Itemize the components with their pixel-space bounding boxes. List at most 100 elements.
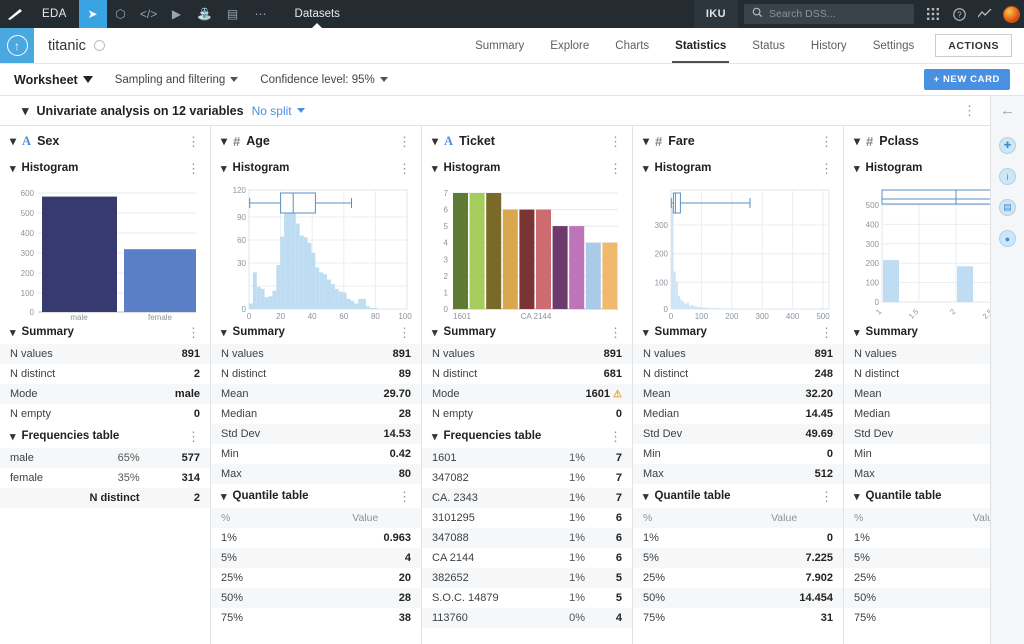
sync-badge xyxy=(93,40,105,51)
chevron-down-icon[interactable]: ▾ xyxy=(432,430,438,443)
table-row: Mode 1601 ⚠ xyxy=(422,384,632,404)
chevron-down-icon[interactable]: ▾ xyxy=(854,162,860,175)
frequencies-options-menu[interactable]: ⋮ xyxy=(609,430,622,443)
table-header-row: % Value xyxy=(844,508,990,528)
value-header: Value xyxy=(352,512,379,524)
univariate-options-menu[interactable]: ⋮ xyxy=(963,104,976,117)
quantile-value: 7.902 xyxy=(805,572,833,584)
quantile-options-menu[interactable]: ⋮ xyxy=(820,490,833,503)
summary-table: N values 891 N distinct 2 Mode male N empty… xyxy=(0,344,210,424)
tab-settings[interactable]: Settings xyxy=(860,28,928,63)
worksheet-menu[interactable]: Worksheet xyxy=(14,73,93,87)
summary-options-menu[interactable]: ⋮ xyxy=(820,326,833,339)
user-avatar[interactable] xyxy=(998,0,1024,28)
split-selector[interactable]: No split xyxy=(252,104,305,118)
search-box[interactable] xyxy=(744,4,914,24)
frequencies-options-menu[interactable]: ⋮ xyxy=(187,430,200,443)
stat-label: N empty xyxy=(432,408,473,420)
summary-options-menu[interactable]: ⋮ xyxy=(609,326,622,339)
stat-label: N values xyxy=(643,348,686,360)
histogram-options-menu[interactable]: ⋮ xyxy=(609,162,622,175)
confidence-level-menu[interactable]: Confidence level: 95% xyxy=(260,74,388,86)
card-options-menu[interactable]: ⋮ xyxy=(398,135,411,148)
stat-label: Median xyxy=(643,408,680,420)
chevron-down-icon[interactable]: ▾ xyxy=(643,134,649,148)
dataiku-logo-icon[interactable] xyxy=(0,0,30,28)
discussion-panel-icon[interactable]: ● xyxy=(999,230,1016,247)
lab-icon[interactable]: ⛲ xyxy=(191,0,219,28)
histogram-options-menu[interactable]: ⋮ xyxy=(398,162,411,175)
tab-history[interactable]: History xyxy=(798,28,860,63)
section-title: Histogram xyxy=(443,162,501,174)
histogram-options-menu[interactable]: ⋮ xyxy=(187,162,200,175)
svg-text:CA 2144: CA 2144 xyxy=(521,312,552,320)
table-row: 75% xyxy=(844,608,990,628)
svg-text:200: 200 xyxy=(725,312,739,320)
recipe-icon[interactable]: ⬡ xyxy=(107,0,135,28)
chevron-down-icon[interactable]: ▾ xyxy=(854,134,860,148)
quantile-pct: 50% xyxy=(221,592,244,604)
stat-label: Min xyxy=(643,448,661,460)
card-options-menu[interactable]: ⋮ xyxy=(187,135,200,148)
quantile-pct: 5% xyxy=(643,552,659,564)
card-header: ▾ # Pclass xyxy=(844,126,990,156)
chevron-down-icon[interactable]: ▾ xyxy=(221,326,227,339)
fare-histogram-chart: 300 200 100 0 0 100 200 300 400 500 xyxy=(633,180,843,320)
card-options-menu[interactable]: ⋮ xyxy=(820,135,833,148)
chevron-down-icon[interactable]: ▾ xyxy=(854,490,860,503)
add-panel-icon[interactable]: ✚ xyxy=(999,137,1016,154)
instance-label[interactable]: IKU xyxy=(693,0,738,28)
details-panel-icon[interactable]: ▤ xyxy=(999,199,1016,216)
tab-explore[interactable]: Explore xyxy=(537,28,602,63)
dashboard-icon[interactable]: ▤ xyxy=(219,0,247,28)
tab-summary[interactable]: Summary xyxy=(462,28,537,63)
chevron-down-icon[interactable]: ▾ xyxy=(221,490,227,503)
histogram-options-menu[interactable]: ⋮ xyxy=(820,162,833,175)
chevron-down-icon[interactable]: ▾ xyxy=(221,134,227,148)
summary-options-menu[interactable]: ⋮ xyxy=(398,326,411,339)
chevron-down-icon[interactable]: ▾ xyxy=(10,430,16,443)
chevron-down-icon[interactable]: ▾ xyxy=(432,162,438,175)
chevron-down-icon[interactable]: ▾ xyxy=(432,134,438,148)
chevron-down-icon[interactable]: ▾ xyxy=(643,162,649,175)
chevron-down-icon[interactable]: ▾ xyxy=(10,134,16,148)
svg-text:100: 100 xyxy=(21,289,35,298)
svg-text:300: 300 xyxy=(21,249,35,258)
trend-icon[interactable] xyxy=(972,0,998,28)
code-icon[interactable]: </> xyxy=(135,0,163,28)
quantile-options-menu[interactable]: ⋮ xyxy=(398,490,411,503)
chevron-down-icon[interactable]: ▾ xyxy=(10,326,16,339)
chevron-down-icon[interactable]: ▾ xyxy=(854,326,860,339)
help-icon[interactable]: ? xyxy=(946,0,972,28)
summary-section-header: ▾ Summary ⋮ xyxy=(422,320,632,344)
chevron-down-icon[interactable]: ▾ xyxy=(432,326,438,339)
pct-header: % xyxy=(854,512,864,524)
grid-apps-icon[interactable] xyxy=(920,0,946,28)
table-row: S.O.C. 14879 1% 5 xyxy=(422,588,632,608)
chevron-down-icon[interactable]: ▾ xyxy=(22,103,29,119)
tab-charts[interactable]: Charts xyxy=(602,28,662,63)
actions-button[interactable]: ACTIONS xyxy=(935,34,1012,57)
back-arrow-icon[interactable]: ← xyxy=(1000,102,1015,119)
table-row: Mean 29.70 xyxy=(211,384,421,404)
more-icon[interactable]: ⋯ xyxy=(247,0,275,28)
chevron-down-icon[interactable]: ▾ xyxy=(643,326,649,339)
info-panel-icon[interactable]: i xyxy=(999,168,1016,185)
search-input[interactable] xyxy=(769,8,906,20)
summary-options-menu[interactable]: ⋮ xyxy=(187,326,200,339)
chevron-down-icon[interactable]: ▾ xyxy=(221,162,227,175)
nav-datasets[interactable]: Datasets xyxy=(281,0,354,28)
run-icon[interactable]: ▶ xyxy=(163,0,191,28)
table-row: N distinct 681 xyxy=(422,364,632,384)
sampling-filtering-menu[interactable]: Sampling and filtering xyxy=(115,74,239,86)
flow-icon[interactable]: ➤ xyxy=(78,0,107,28)
stat-value: 14.45 xyxy=(805,408,833,420)
new-card-button[interactable]: + NEW CARD xyxy=(923,69,1010,90)
tab-statistics[interactable]: Statistics xyxy=(662,28,739,63)
tab-status[interactable]: Status xyxy=(739,28,798,63)
card-options-menu[interactable]: ⋮ xyxy=(609,135,622,148)
stat-label: Median xyxy=(221,408,258,420)
chevron-down-icon[interactable]: ▾ xyxy=(10,162,16,175)
svg-text:600: 600 xyxy=(21,189,35,198)
chevron-down-icon[interactable]: ▾ xyxy=(643,490,649,503)
